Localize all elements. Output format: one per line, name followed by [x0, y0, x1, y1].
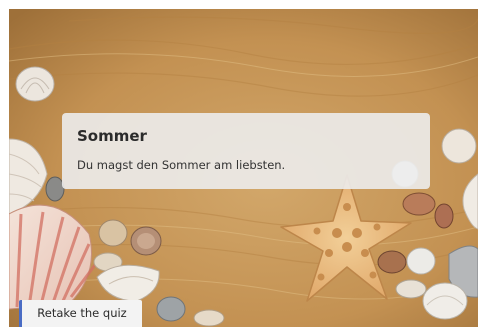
result-description: Du magst den Sommer am liebsten.: [77, 158, 286, 172]
retake-quiz-button[interactable]: Retake the quiz: [19, 300, 142, 327]
result-card: Sommer Du magst den Sommer am liebsten.: [62, 113, 430, 189]
result-title: Sommer: [77, 127, 147, 145]
quiz-result-screen: Sommer Du magst den Sommer am liebsten. …: [9, 9, 478, 327]
